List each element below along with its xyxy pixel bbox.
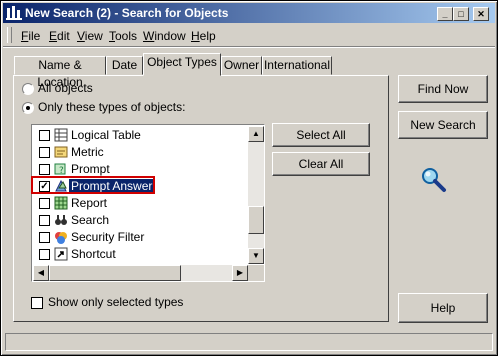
metric-icon [54, 146, 68, 158]
type-label: Shortcut [71, 247, 116, 261]
type-checkbox[interactable] [39, 232, 50, 243]
help-button[interactable]: Help [398, 293, 488, 323]
scroll-left-button[interactable]: ◀ [33, 265, 49, 281]
type-label: Security Filter [71, 230, 145, 244]
list-item[interactable]: Shortcut [36, 246, 246, 263]
type-label: Metric [71, 145, 104, 159]
scroll-corner [248, 265, 264, 281]
type-label: Prompt [71, 162, 110, 176]
menu-file-rest: ile [28, 29, 41, 43]
only-types-label[interactable]: Only these types of objects: [38, 100, 185, 114]
tab-international[interactable]: International [262, 56, 332, 75]
title-bar[interactable]: New Search (2) - Search for Objects _ □ … [3, 3, 495, 23]
type-checkbox[interactable] [39, 249, 50, 260]
all-objects-label[interactable]: All objects [38, 81, 93, 95]
new-search-button[interactable]: New Search [398, 111, 488, 139]
select-all-button[interactable]: Select All [272, 123, 370, 147]
list-item[interactable]: Security Filter [36, 229, 246, 246]
list-item[interactable]: Search [36, 212, 246, 229]
show-selected-label[interactable]: Show only selected types [48, 295, 183, 309]
highlight-annotation [31, 176, 155, 194]
type-checkbox[interactable] [39, 215, 50, 226]
menu-window[interactable]: Window [143, 29, 186, 43]
radio-dot [26, 106, 30, 110]
type-checkbox[interactable] [39, 164, 50, 175]
magnifier-icon [422, 168, 446, 192]
object-types-rows: Logical Table Metric? Prompt ✓ Prompt Answer… [33, 126, 247, 264]
menu-edit[interactable]: Edit [49, 29, 70, 43]
logical-table-icon [54, 128, 68, 142]
scroll-down-button[interactable]: ▼ [248, 248, 264, 264]
security-filter-icon [55, 232, 67, 244]
menu-separator [3, 46, 495, 48]
search-binoculars-icon [55, 215, 67, 225]
maximize-button[interactable]: □ [453, 7, 469, 21]
type-label: Search [71, 213, 110, 227]
menu-grip [7, 27, 12, 43]
tab-object-types[interactable]: Object Types [143, 53, 221, 76]
list-item[interactable]: Logical Table [36, 127, 246, 144]
report-icon [54, 196, 68, 210]
clear-all-button[interactable]: Clear All [272, 152, 370, 176]
menu-file[interactable]: File [21, 29, 40, 43]
menu-view[interactable]: View [77, 29, 103, 43]
vertical-scrollbar[interactable]: ▲ ▼ [248, 126, 264, 264]
tab-name-location[interactable]: Name & Location [14, 56, 106, 89]
horizontal-scrollbar[interactable]: ◀ ▶ [33, 265, 248, 281]
type-checkbox[interactable] [39, 147, 50, 158]
search-window: New Search (2) - Search for Objects _ □ … [0, 0, 498, 356]
scroll-up-button[interactable]: ▲ [248, 126, 264, 142]
menu-help[interactable]: Help [191, 29, 216, 43]
list-item[interactable]: Report [36, 195, 246, 212]
window-title: New Search (2) - Search for Objects [25, 6, 229, 20]
status-bar [5, 333, 493, 351]
object-types-list[interactable]: Logical Table Metric? Prompt ✓ Prompt Answer… [31, 124, 265, 282]
find-now-button[interactable]: Find Now [398, 75, 488, 103]
all-objects-radio[interactable] [22, 83, 34, 95]
scroll-right-button[interactable]: ▶ [232, 265, 248, 281]
tab-date[interactable]: Date [106, 56, 143, 75]
app-icon [6, 6, 22, 20]
type-checkbox[interactable] [39, 198, 50, 209]
type-label: Report [71, 196, 108, 210]
svg-text:?: ? [59, 166, 64, 176]
menu-bar: File Edit View Tools Window Help [3, 25, 495, 45]
tab-owner[interactable]: Owner [221, 56, 262, 75]
menu-tools[interactable]: Tools [109, 29, 137, 43]
minimize-button[interactable]: _ [437, 7, 453, 21]
only-types-radio[interactable] [22, 102, 34, 114]
horizontal-scroll-thumb[interactable] [49, 265, 181, 281]
list-item[interactable]: Metric [36, 144, 246, 161]
show-selected-checkbox[interactable] [31, 297, 43, 309]
type-label: Logical Table [71, 128, 141, 142]
close-button[interactable]: ✕ [473, 7, 489, 21]
prompt-icon: ? [54, 163, 66, 176]
shortcut-icon [54, 247, 68, 261]
vertical-scroll-thumb[interactable] [248, 206, 264, 234]
type-checkbox[interactable] [39, 130, 50, 141]
